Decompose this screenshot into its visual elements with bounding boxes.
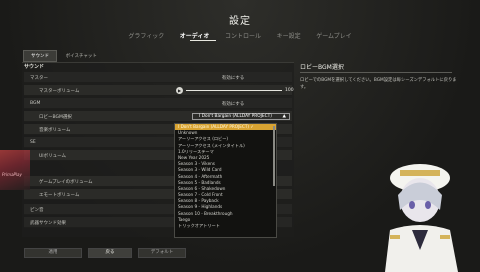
tab-graphics[interactable]: グラフィック xyxy=(128,31,164,40)
row-label: 音楽ボリューム xyxy=(39,128,71,133)
section-heading: サウンド xyxy=(24,64,45,70)
side-logo-text: PrimaPlay xyxy=(2,172,22,177)
row-bgm[interactable]: BGM 有効にする xyxy=(24,98,292,109)
subtabs: サウンド ボイスチャット xyxy=(23,50,104,62)
apply-button[interactable]: 適用 xyxy=(24,248,82,258)
master-volume-slider[interactable] xyxy=(186,90,282,91)
lobby-bgm-value: I Don't Bargain (ALLDAY PROJECT) xyxy=(199,114,272,119)
master-volume-value: 100 xyxy=(285,88,294,93)
subtab-voice-chat[interactable]: ボイスチャット xyxy=(59,51,104,61)
master-toggle[interactable]: 有効にする xyxy=(194,75,272,81)
row-label: エモートボリューム xyxy=(39,193,80,198)
row-master-volume[interactable]: マスターボリューム ▶ 100 xyxy=(24,85,294,96)
divider xyxy=(300,72,452,73)
row-label: マスター xyxy=(30,76,48,81)
lobby-bgm-dropdown[interactable]: I Don't Bargain (ALLDAY PROJECT) ✓ Unkno… xyxy=(174,123,277,238)
chevron-up-icon: ▲ xyxy=(282,114,286,119)
dropdown-scrollbar[interactable] xyxy=(273,126,275,186)
default-button[interactable]: デフォルト xyxy=(138,248,186,258)
row-label: SE xyxy=(30,140,36,145)
active-tab-indicator xyxy=(190,40,216,41)
tab-keybinds[interactable]: キー設定 xyxy=(277,31,301,40)
back-button[interactable]: 戻る xyxy=(88,248,132,258)
tab-controls[interactable]: コントロール xyxy=(225,31,261,40)
subtab-sound[interactable]: サウンド xyxy=(23,50,57,62)
help-title: ロビーBGM選択 xyxy=(300,64,344,71)
top-nav: グラフィック オーディオ コントロール キー設定 ゲームプレイ xyxy=(0,31,480,40)
row-label: UIボリューム xyxy=(39,154,66,159)
character-illustration xyxy=(385,164,458,272)
play-icon[interactable]: ▶ xyxy=(176,87,183,94)
row-master[interactable]: マスター 有効にする xyxy=(24,72,292,83)
row-label: BGM xyxy=(30,101,41,106)
row-label: ピン音 xyxy=(30,208,44,213)
character-portrait-left xyxy=(0,150,30,190)
lobby-bgm-select[interactable]: I Don't Bargain (ALLDAY PROJECT) ▲ xyxy=(192,113,290,120)
row-label: 武器サウンド効果 xyxy=(30,221,66,226)
tab-audio[interactable]: オーディオ xyxy=(180,31,210,40)
row-lobby-bgm[interactable]: ロビーBGM選択 I Don't Bargain (ALLDAY PROJECT… xyxy=(24,111,292,122)
tab-gameplay[interactable]: ゲームプレイ xyxy=(316,31,351,40)
dropdown-option[interactable]: トリックオアトリート xyxy=(175,223,276,229)
page-title: 設定 xyxy=(229,16,251,27)
row-label: マスターボリューム xyxy=(39,89,80,94)
bgm-toggle[interactable]: 有効にする xyxy=(194,101,272,107)
row-label: ゲームプレイのボリューム xyxy=(39,180,93,185)
row-label: ロビーBGM選択 xyxy=(39,115,72,120)
help-description: ロビーでのBGMを選択してください。BGM設定は毎シーズンデフォルトに戻ります。 xyxy=(300,78,457,90)
slider-fill xyxy=(186,90,282,91)
